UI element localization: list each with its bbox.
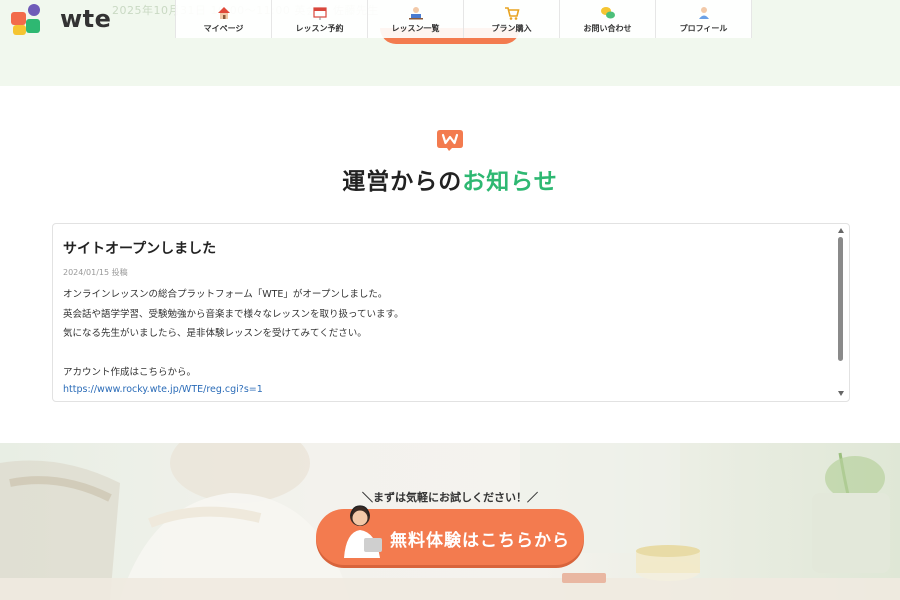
news-heading-prefix: 運営からの (342, 169, 463, 195)
nav-item-lesson-booking[interactable]: レッスン予約 (271, 0, 367, 38)
nav-label: マイページ (203, 24, 244, 33)
logo-mark-icon (11, 4, 40, 35)
brand-w-icon (437, 130, 463, 151)
nav-item-lesson-list[interactable]: レッスン一覧 (367, 0, 463, 38)
nav-label: プロフィール (679, 24, 728, 33)
user-icon (698, 7, 709, 19)
scroll-thumb[interactable] (838, 237, 843, 361)
logo[interactable]: wte (10, 3, 112, 37)
home-icon (217, 7, 230, 19)
post-body-line: 気になる先生がいましたら、是非体験レッスンを受けてみてください。 (63, 328, 367, 339)
free-trial-button[interactable]: 無料体験はこちらから (316, 505, 584, 565)
post-date: 2024/01/15 投稿 (63, 268, 128, 277)
support-operator-avatar (344, 505, 382, 558)
nav-item-profile[interactable]: プロフィール (655, 0, 752, 38)
cart-icon (504, 7, 520, 20)
nav-label: レッスン予約 (295, 24, 344, 33)
calendar-icon (312, 7, 327, 20)
news-heading: 運営からのお知らせ (0, 162, 900, 196)
scroll-down-arrow-icon[interactable] (838, 391, 844, 396)
nav-item-contact[interactable]: お問い合わせ (559, 0, 655, 38)
post-body-line: アカウント作成はこちらから。 (63, 367, 197, 378)
nav-label: プラン購入 (491, 24, 532, 33)
registration-link[interactable]: https://www.rocky.wte.jp/WTE/reg.cgi?s=1 (63, 384, 263, 395)
nav-label: レッスン一覧 (391, 24, 440, 33)
chat-icon (600, 7, 615, 19)
teacher-icon (408, 7, 423, 20)
free-trial-button-label: 無料体験はこちらから (390, 531, 570, 551)
scroll-up-arrow-icon[interactable] (838, 228, 844, 233)
main-nav: マイページ レッスン予約 レッスン一覧 プラン購入 お問い合わせ プロフィール (175, 0, 752, 38)
nav-item-plan-purchase[interactable]: プラン購入 (463, 0, 559, 38)
post-title: サイトオープンしました (63, 241, 217, 257)
news-scrollbar[interactable] (836, 226, 846, 398)
nav-item-mypage[interactable]: マイページ (175, 0, 271, 38)
news-post-panel[interactable]: サイトオープンしました 2024/01/15 投稿 オンラインレッスンの総合プラ… (52, 223, 850, 402)
post-body-line: 英会話や語学学習、受験勉強から音楽まで様々なレッスンを取り扱っています。 (63, 309, 404, 320)
nav-label: お問い合わせ (583, 24, 632, 33)
site-header: wte マイページ レッスン予約 レッスン一覧 プラン購入 お問い合わせ プロフ… (0, 0, 900, 38)
logo-text: wte (60, 5, 112, 33)
post-body-line: オンラインレッスンの総合プラットフォーム「WTE」がオープンしました。 (63, 289, 388, 300)
news-heading-accent: お知らせ (462, 169, 558, 195)
cta-caption: ＼まずは気軽にお試しください！／ (362, 491, 538, 504)
